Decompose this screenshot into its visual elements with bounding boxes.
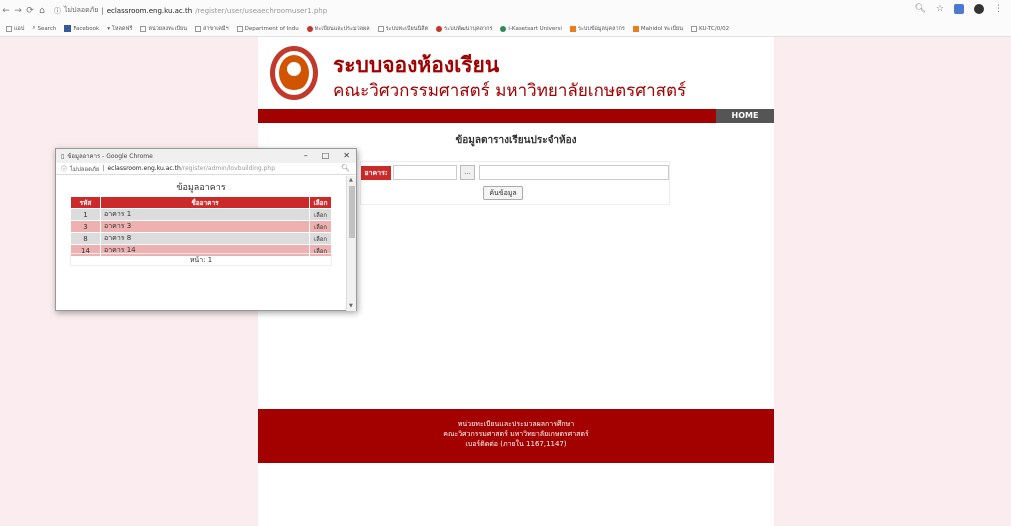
star-icon[interactable]: ☆ [936,4,944,14]
profile-icon[interactable] [974,4,984,14]
bookmark-item[interactable]: ระบบพัฒนาบุคลากร [436,25,492,33]
bookmark-item[interactable]: ▾ โหลดฟรี [107,25,132,33]
zoom-icon[interactable]: 🔍︎ [341,164,350,172]
popup-scrollbar[interactable]: ▲ ▼ [346,176,356,311]
popup-window-title: ข้อมูลอาคาร - Google Chrome [67,153,153,160]
building-id: 1 [70,208,101,221]
bookmark-item[interactable]: หน่วยลงทะเบียน [140,25,187,33]
scroll-up-icon[interactable]: ▲ [349,177,353,183]
building-name-input[interactable] [479,165,669,180]
table-header-row: รหัส ชื่ออาคาร เลือก [70,196,332,209]
browse-building-button[interactable]: ... [460,165,475,180]
column-header: ชื่ออาคาร [100,196,310,209]
bookmark-item[interactable]: KU-TC/0/02 [691,25,729,32]
bookmark-item[interactable]: แอป [6,25,24,33]
bookmark-item[interactable]: ⌕ Search [32,25,56,32]
info-icon: ⓘ [54,6,61,15]
info-icon: ⓘ [61,166,68,173]
building-name: อาคาร 8 [100,232,310,245]
table-row[interactable]: 8 อาคาร 8 เลือก [70,232,332,245]
bookmark-item[interactable]: ระบบข้อมูลบุคลากร [569,25,625,33]
footer-contact: เบอร์ติดต่อ (ภายใน 1167,1147) [465,440,567,448]
scroll-down-icon[interactable]: ▼ [349,303,353,309]
site-icon [306,25,313,32]
url-host: eclassroom.eng.ku.ac.th [107,165,181,172]
bookmarks-bar: แอป ⌕ Search Facebook ▾ โหลดฟรี หน่วยลงทะเ… [0,21,1011,37]
bookmark-item[interactable]: Department of Indu [236,25,299,32]
bookmark-item[interactable]: Mahidol ทะเบียน [632,25,683,33]
page-icon [195,25,202,32]
bookmark-item[interactable]: สาขาเคมีฯ [195,25,229,33]
select-link[interactable]: เลือก [309,208,332,221]
search-button[interactable]: ค้นข้อมูล [483,186,523,200]
site-subtitle: คณะวิศวกรรมศาสตร์ มหาวิทยาลัยเกษตรศาสตร์ [333,81,687,101]
page-icon: ▯ [61,152,65,160]
site-footer: หน่วยทะเบียนและประมวลผลการศึกษา คณะวิศวก… [258,409,774,463]
search-form: อาคาร: ... ค้นข้อมูล [360,161,670,205]
page-icon [140,25,147,32]
facebook-icon [64,25,72,32]
site-icon [436,25,443,32]
building-id: 8 [70,232,101,245]
popup-content: ข้อมูลอาคาร รหัส ชื่ออาคาร เลือก 1 อาคาร… [56,176,346,311]
column-header: เลือก [309,196,332,209]
select-link[interactable]: เลือก [309,232,332,245]
bookmark-item[interactable]: ระบบทะเบียนนิสิต [377,25,428,33]
building-name: อาคาร 3 [100,220,310,233]
page-icon [377,25,384,32]
browser-address-bar: ← → ⟳ ⌂ ⓘ ไม่ปลอดภัย | eclassroom.eng.ku… [0,0,1011,21]
site-icon [569,25,576,32]
popup-title-bar: ▯ ข้อมูลอาคาร - Google Chrome – □ ✕ [56,149,356,163]
extension-icon[interactable] [954,4,964,14]
building-name: อาคาร 1 [100,208,310,221]
scrollbar-thumb[interactable] [349,186,355,238]
apps-icon [6,25,12,32]
home-icon[interactable]: ⌂ [36,6,48,16]
footer-line: หน่วยทะเบียนและประมวลผลการศึกษา [457,420,575,428]
download-icon: ▾ [107,25,110,32]
building-table: รหัส ชื่ออาคาร เลือก 1 อาคาร 1 เลือก 3 อ… [70,196,332,257]
building-lookup-popup: ▯ ข้อมูลอาคาร - Google Chrome – □ ✕ ⓘ ไม… [55,148,357,311]
reload-icon[interactable]: ⟳ [24,6,36,16]
maximize-icon[interactable]: □ [322,149,330,163]
url-security-label: ไม่ปลอดภัย [64,6,99,14]
column-header: รหัส [70,196,101,209]
nav-bar: HOME [258,109,774,123]
table-row[interactable]: 1 อาคาร 1 เลือก [70,208,332,221]
pagination[interactable]: หน้า: 1 [70,253,332,266]
menu-icon[interactable]: ⋮ [994,4,1003,14]
bookmark-item[interactable]: ทะเบียนและประมวลผล [306,25,370,33]
bookmark-item[interactable]: i-Kasetsart Universi [500,25,562,32]
url-path: /register/admin/lovbuilding.php [180,165,276,172]
page-icon [236,25,243,32]
footer-line: คณะวิศวกรรมศาสตร์ มหาวิทยาลัยเกษตรศาสตร์ [443,430,589,438]
table-row[interactable]: 3 อาคาร 3 เลือก [70,220,332,233]
forward-icon[interactable]: → [12,6,24,16]
zoom-icon[interactable]: 🔍︎ [914,4,925,14]
minimize-icon[interactable]: – [304,149,308,163]
page-icon [691,25,698,32]
building-code-input[interactable] [393,165,457,180]
back-icon[interactable]: ← [0,6,12,16]
close-icon[interactable]: ✕ [343,149,350,163]
site-icon [632,25,639,32]
university-seal-icon [270,46,318,100]
url-host: eclassroom.eng.ku.ac.th [106,6,193,15]
building-id: 3 [70,220,101,233]
site-header: ระบบจองห้องเรียน คณะวิศวกรรมศาสตร์ มหาวิ… [258,37,774,110]
site-icon [500,25,507,32]
url-security-label: ไม่ปลอดภัย [70,165,100,173]
page-title: ข้อมูลตารางเรียนประจำห้อง [455,135,577,146]
search-icon: ⌕ [32,25,36,31]
select-link[interactable]: เลือก [309,220,332,233]
home-link[interactable]: HOME [716,109,774,123]
popup-heading: ข้อมูลอาคาร [176,183,226,193]
popup-url-bar[interactable]: ⓘ ไม่ปลอดภัย | eclassroom.eng.ku.ac.th/r… [56,163,356,175]
url-path: /register/user/useaechroomuser1.php [195,6,328,15]
bookmark-item[interactable]: Facebook [64,25,99,32]
url-field[interactable]: ⓘ ไม่ปลอดภัย | eclassroom.eng.ku.ac.th/r… [54,5,327,16]
building-label: อาคาร: [361,166,391,180]
